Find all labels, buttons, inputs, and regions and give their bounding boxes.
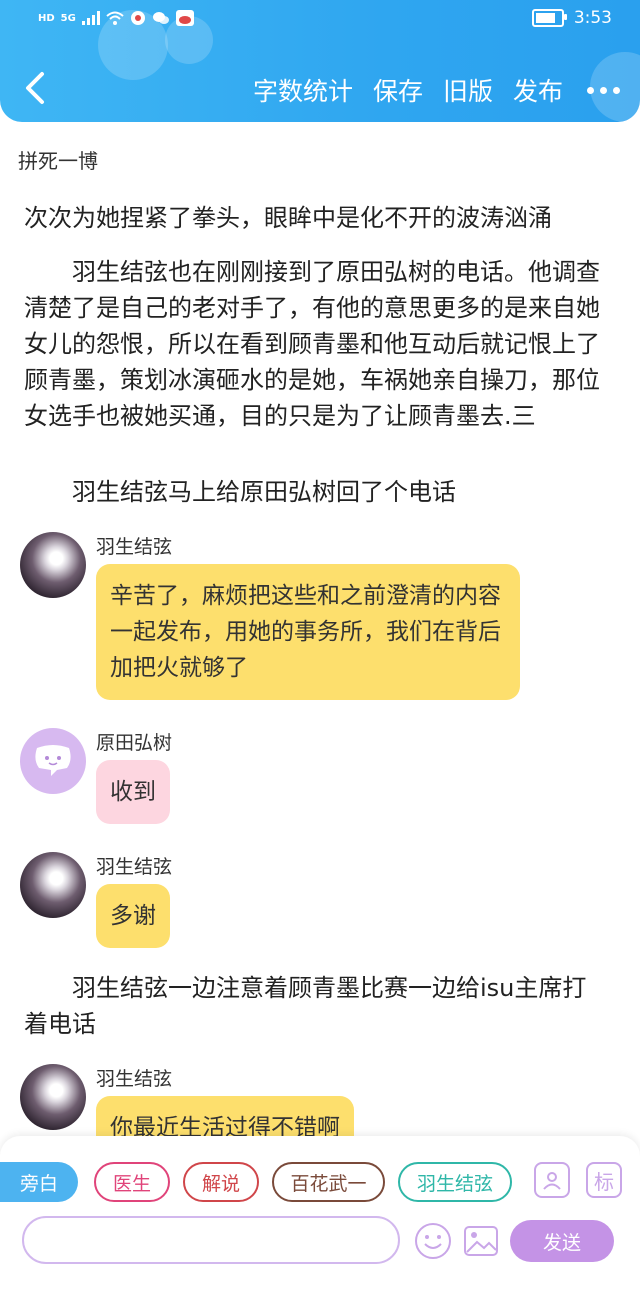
speaker-name: 羽生结弦: [96, 536, 173, 558]
story-paragraph: 羽生结弦马上给原田弘树回了个电话: [72, 478, 456, 506]
story-title: 拼死一博: [18, 149, 98, 173]
story-paragraph: 次次为她捏紧了拳头，眼眸中是化不开的波涛汹涌: [24, 204, 552, 232]
person-icon: [543, 1172, 561, 1190]
compose-panel: 旁白 医生 解说 百花武一 羽生结弦 标 发送: [0, 1136, 640, 1306]
word-count-button[interactable]: 字数统计: [253, 72, 353, 108]
status-bar: HD 5G 3:53: [38, 8, 612, 34]
message-bubble: 多谢: [96, 884, 170, 948]
avatar[interactable]: [20, 532, 86, 598]
avatar[interactable]: [20, 852, 86, 918]
battery-icon: [531, 9, 567, 27]
story-paragraph: 羽生结弦一边注意着顾青墨比赛一边给isu主席打着电话: [24, 974, 587, 1038]
speech-bubble-icon: [35, 745, 71, 776]
back-arrow-icon[interactable]: [20, 68, 50, 108]
signal-label: 5G: [60, 12, 76, 24]
message-input-field[interactable]: [22, 1216, 400, 1264]
story-paragraph: 羽生结弦也在刚刚接到了原田弘树的电话。他调查清楚了是自己的老对手了，有他的意思更…: [24, 258, 600, 430]
message-bubble: 收到: [96, 760, 170, 824]
clock: 3:53: [573, 8, 612, 28]
tag-icon-label: 标: [594, 1169, 614, 1194]
network-label: HD: [38, 12, 55, 24]
header-actions: 字数统计 保存 旧版 发布: [253, 72, 620, 108]
wifi-icon: [106, 11, 124, 25]
top-app-bar: HD 5G 3:53 字数统计 保存 旧版 发布: [0, 0, 640, 122]
publish-button[interactable]: 发布: [513, 72, 563, 108]
old-version-button[interactable]: 旧版: [443, 72, 493, 108]
role-chip-yuzuru[interactable]: 羽生结弦: [398, 1162, 512, 1202]
message-input[interactable]: [24, 1218, 398, 1262]
speaker-name: 羽生结弦: [96, 856, 173, 878]
save-button[interactable]: 保存: [373, 72, 423, 108]
narration-chip[interactable]: 旁白: [0, 1162, 78, 1202]
character-icon[interactable]: [534, 1162, 570, 1198]
weibo-icon: [175, 10, 194, 26]
app-notification-icon: [130, 11, 145, 25]
role-chip-commentary[interactable]: 解说: [183, 1162, 259, 1202]
tag-button[interactable]: 标: [586, 1162, 622, 1198]
speaker-name: 原田弘树: [96, 732, 173, 754]
emoji-icon[interactable]: [414, 1222, 452, 1260]
wechat-icon: [152, 12, 169, 24]
message-bubble: 辛苦了，麻烦把这些和之前澄清的内容一起发布，用她的事务所，我们在背后加把火就够了: [96, 564, 520, 700]
avatar[interactable]: [20, 728, 86, 794]
role-chip-baihua[interactable]: 百花武一: [272, 1162, 385, 1202]
signal-bars-icon: [81, 11, 100, 25]
role-chip-doctor[interactable]: 医生: [94, 1162, 170, 1202]
speaker-name: 羽生结弦: [96, 1068, 173, 1090]
send-button[interactable]: 发送: [510, 1220, 614, 1262]
avatar[interactable]: [20, 1064, 86, 1130]
more-options-icon[interactable]: [583, 86, 620, 94]
image-icon[interactable]: [462, 1222, 500, 1260]
